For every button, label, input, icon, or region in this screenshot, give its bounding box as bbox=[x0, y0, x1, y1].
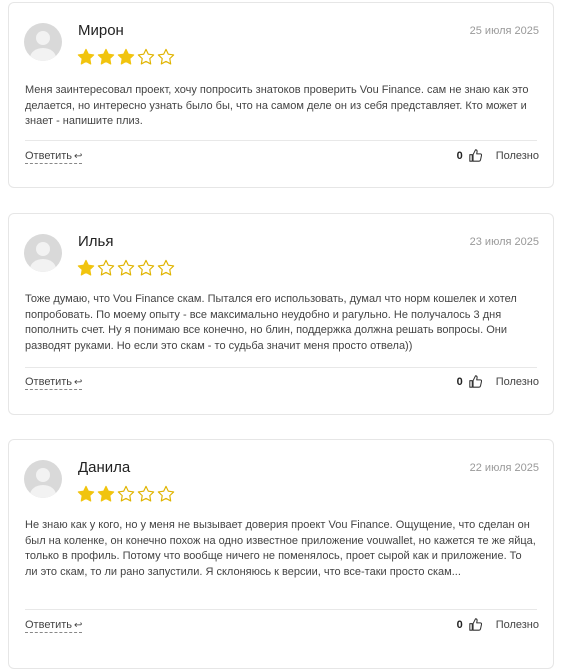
like-count: 0 bbox=[456, 375, 463, 388]
reply-button[interactable]: Ответить ↩ bbox=[25, 376, 83, 390]
star-empty-icon bbox=[157, 259, 175, 276]
star-filled-icon bbox=[77, 259, 95, 276]
star-empty-icon bbox=[137, 485, 155, 502]
avatar bbox=[24, 460, 62, 498]
review-text: Меня заинтересовал проект, хочу попросит… bbox=[25, 84, 529, 127]
reply-arrow-icon: ↩ bbox=[74, 620, 83, 631]
star-empty-icon bbox=[157, 485, 175, 502]
reviewer-name: Илья bbox=[78, 233, 114, 250]
review-date: 23 июля 2025 bbox=[469, 236, 539, 248]
avatar bbox=[24, 23, 62, 61]
review-card: Данила 22 июля 2025 Не знаю как у кого, … bbox=[8, 439, 554, 669]
reply-arrow-icon: ↩ bbox=[74, 377, 83, 388]
star-empty-icon bbox=[97, 259, 115, 276]
reply-label: Ответить bbox=[25, 376, 73, 388]
review-text: Тоже думаю, что Vou Finance скам. Пыталс… bbox=[25, 293, 517, 352]
star-filled-icon bbox=[77, 485, 95, 502]
like-group: 0 Полезно bbox=[457, 149, 539, 162]
review-date: 22 июля 2025 bbox=[469, 462, 539, 474]
like-count: 0 bbox=[456, 618, 463, 631]
reply-arrow-icon: ↩ bbox=[74, 151, 83, 162]
star-filled-icon bbox=[77, 48, 95, 65]
reviewer-name: Данила bbox=[78, 459, 131, 476]
star-filled-icon bbox=[117, 48, 135, 65]
reply-label: Ответить bbox=[25, 150, 73, 162]
star-filled-icon bbox=[97, 485, 115, 502]
useful-button[interactable]: Полезно bbox=[496, 376, 539, 388]
avatar bbox=[24, 234, 62, 272]
like-group: 0 Полезно bbox=[457, 618, 539, 631]
star-empty-icon bbox=[137, 259, 155, 276]
useful-button[interactable]: Полезно bbox=[496, 150, 539, 162]
rating-stars bbox=[77, 48, 175, 66]
review-footer: Ответить ↩ 0 Полезно bbox=[25, 617, 539, 635]
reply-button[interactable]: Ответить ↩ bbox=[25, 619, 83, 633]
like-count: 0 bbox=[456, 149, 463, 162]
divider bbox=[25, 140, 537, 141]
review-card: Илья 23 июля 2025 Тоже думаю, что Vou Fi… bbox=[8, 213, 554, 415]
review-date: 25 июля 2025 bbox=[469, 25, 539, 37]
rating-stars bbox=[77, 485, 175, 503]
thumbs-up-icon[interactable] bbox=[468, 618, 482, 631]
reply-label: Ответить bbox=[25, 619, 73, 631]
review-text: Не знаю как у кого, но у меня не вызывае… bbox=[25, 519, 536, 578]
reply-button[interactable]: Ответить ↩ bbox=[25, 150, 83, 164]
review-footer: Ответить ↩ 0 Полезно bbox=[25, 148, 539, 166]
like-group: 0 Полезно bbox=[457, 375, 539, 388]
rating-stars bbox=[77, 259, 175, 277]
divider bbox=[25, 609, 537, 610]
star-filled-icon bbox=[97, 48, 115, 65]
thumbs-up-icon[interactable] bbox=[468, 149, 482, 162]
review-card: Мирон 25 июля 2025 Меня заинтересовал пр… bbox=[8, 2, 554, 188]
star-empty-icon bbox=[117, 485, 135, 502]
review-footer: Ответить ↩ 0 Полезно bbox=[25, 374, 539, 392]
reviewer-name: Мирон bbox=[78, 22, 124, 39]
star-empty-icon bbox=[137, 48, 155, 65]
thumbs-up-icon[interactable] bbox=[468, 375, 482, 388]
divider bbox=[25, 367, 537, 368]
star-empty-icon bbox=[117, 259, 135, 276]
useful-button[interactable]: Полезно bbox=[496, 619, 539, 631]
star-empty-icon bbox=[157, 48, 175, 65]
